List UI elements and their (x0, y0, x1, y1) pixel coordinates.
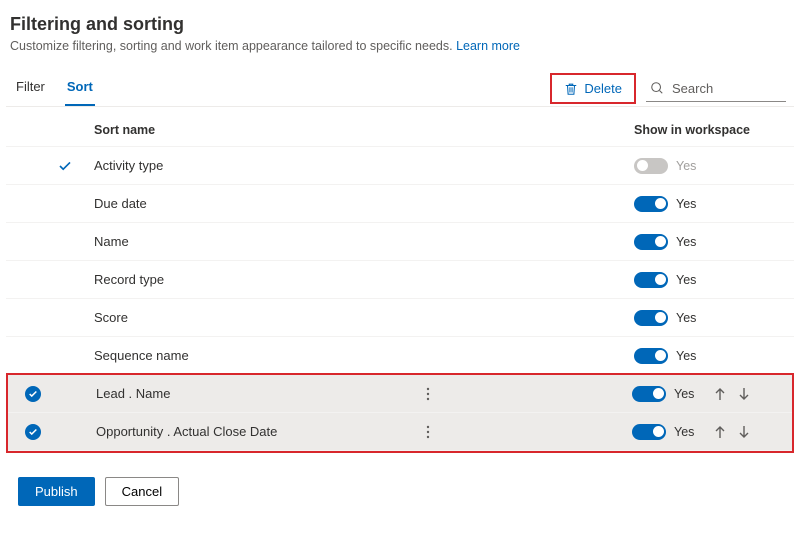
page-subtitle: Customize filtering, sorting and work it… (10, 39, 794, 53)
row-name: Name (94, 234, 424, 249)
table-row[interactable]: Lead . Name Yes (8, 375, 792, 413)
tabs: Filter Sort (14, 71, 95, 106)
selection-highlight: Lead . NameYesOpportunity . Actual Close… (6, 373, 794, 453)
delete-highlight: Delete (550, 73, 636, 104)
page-title: Filtering and sorting (10, 14, 794, 35)
table-row[interactable]: Activity type Yes (6, 147, 794, 185)
toggle-label: Yes (676, 273, 696, 287)
learn-more-link[interactable]: Learn more (456, 39, 520, 53)
trash-icon (564, 82, 578, 96)
checkmark-icon (58, 159, 72, 173)
more-actions-icon[interactable] (426, 387, 466, 401)
search-field[interactable] (646, 76, 786, 102)
row-name: Score (94, 310, 424, 325)
row-selected-icon[interactable] (25, 386, 41, 402)
search-icon (650, 81, 664, 95)
toggle-label: Yes (674, 425, 694, 439)
toolbar: Filter Sort Delete (6, 71, 794, 107)
toggle-label: Yes (676, 197, 696, 211)
subtitle-text: Customize filtering, sorting and work it… (10, 39, 453, 53)
table-row[interactable]: Due date Yes (6, 185, 794, 223)
tab-sort[interactable]: Sort (65, 71, 95, 106)
show-toggle[interactable] (634, 310, 668, 326)
table-row[interactable]: Name Yes (6, 223, 794, 261)
row-selected-icon[interactable] (25, 424, 41, 440)
toggle-label: Yes (676, 311, 696, 325)
show-toggle[interactable] (632, 424, 666, 440)
move-up-icon[interactable] (714, 387, 726, 401)
show-toggle[interactable] (632, 386, 666, 402)
move-down-icon[interactable] (738, 387, 750, 401)
show-toggle[interactable] (634, 272, 668, 288)
tab-filter[interactable]: Filter (14, 71, 47, 106)
sort-table: Sort name Show in workspace Activity typ… (6, 113, 794, 453)
publish-button[interactable]: Publish (18, 477, 95, 506)
delete-label: Delete (584, 81, 622, 96)
row-name: Sequence name (94, 348, 424, 363)
show-toggle[interactable] (634, 348, 668, 364)
footer: Publish Cancel (18, 477, 790, 506)
toggle-label: Yes (676, 349, 696, 363)
row-name: Activity type (94, 158, 424, 173)
cancel-button[interactable]: Cancel (105, 477, 179, 506)
table-row[interactable]: Sequence name Yes (6, 337, 794, 375)
row-name: Opportunity . Actual Close Date (96, 424, 426, 439)
toggle-label: Yes (674, 387, 694, 401)
move-up-icon[interactable] (714, 425, 726, 439)
row-name: Record type (94, 272, 424, 287)
show-toggle[interactable] (634, 234, 668, 250)
show-toggle (634, 158, 668, 174)
search-input[interactable] (670, 80, 784, 97)
more-actions-icon[interactable] (426, 425, 466, 439)
column-show-in-workspace[interactable]: Show in workspace (634, 123, 794, 137)
toggle-label: Yes (676, 235, 696, 249)
move-down-icon[interactable] (738, 425, 750, 439)
table-row[interactable]: Score Yes (6, 299, 794, 337)
toggle-label: Yes (676, 159, 696, 173)
column-sort-name[interactable]: Sort name (94, 123, 424, 137)
delete-button[interactable]: Delete (554, 76, 632, 101)
row-name: Lead . Name (96, 386, 426, 401)
row-name: Due date (94, 196, 424, 211)
table-row[interactable]: Opportunity . Actual Close Date Yes (8, 413, 792, 451)
table-header: Sort name Show in workspace (6, 113, 794, 147)
table-row[interactable]: Record type Yes (6, 261, 794, 299)
show-toggle[interactable] (634, 196, 668, 212)
